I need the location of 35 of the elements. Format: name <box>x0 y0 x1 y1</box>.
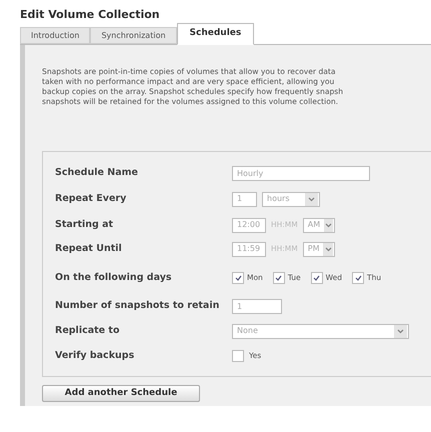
field-label: Number of snapshots to retain <box>55 299 220 314</box>
checkbox[interactable] <box>272 272 285 284</box>
window-title: Edit Volume Collection <box>20 7 161 23</box>
field-label: Replicate to <box>55 324 120 338</box>
tab[interactable]: Introduction <box>20 27 90 44</box>
field-label: Repeat Every <box>55 192 128 206</box>
field-label: Repeat Until <box>55 242 123 256</box>
field-label: Schedule Name <box>55 166 139 180</box>
ampm-dropdown[interactable]: PM <box>302 242 335 256</box>
interval-field[interactable]: 1 <box>232 192 257 206</box>
caret-icon <box>397 328 404 334</box>
name-field[interactable]: Hourly <box>232 166 370 181</box>
checkmark-icon <box>275 275 282 281</box>
caret-icon <box>324 222 332 228</box>
field-label: On the following days <box>55 270 173 285</box>
checkmark-icon <box>234 275 242 281</box>
checkbox[interactable] <box>232 272 244 284</box>
caret-icon <box>308 196 315 202</box>
field-label: Starting at <box>55 218 114 232</box>
checkmark-icon <box>354 275 362 281</box>
time-field[interactable]: 12:00 <box>232 218 266 232</box>
checkbox[interactable] <box>352 272 364 284</box>
checkbox[interactable] <box>310 272 323 284</box>
unit-dropdown[interactable]: hours <box>262 192 320 206</box>
field-label: Verify backups <box>55 348 136 363</box>
caret-icon <box>324 246 332 252</box>
retain-field[interactable]: 1 <box>232 299 282 314</box>
ampm-dropdown[interactable]: AM <box>302 218 335 232</box>
add-schedule-button[interactable]: Add another Schedule <box>42 385 200 402</box>
tab[interactable]: Synchronization <box>90 27 177 44</box>
checkbox[interactable] <box>232 350 244 362</box>
time-field[interactable]: 11:59 <box>232 242 266 256</box>
replicate-dropdown[interactable]: None <box>232 324 409 338</box>
tab[interactable]: Schedules <box>176 23 254 45</box>
checkmark-icon <box>313 275 320 281</box>
